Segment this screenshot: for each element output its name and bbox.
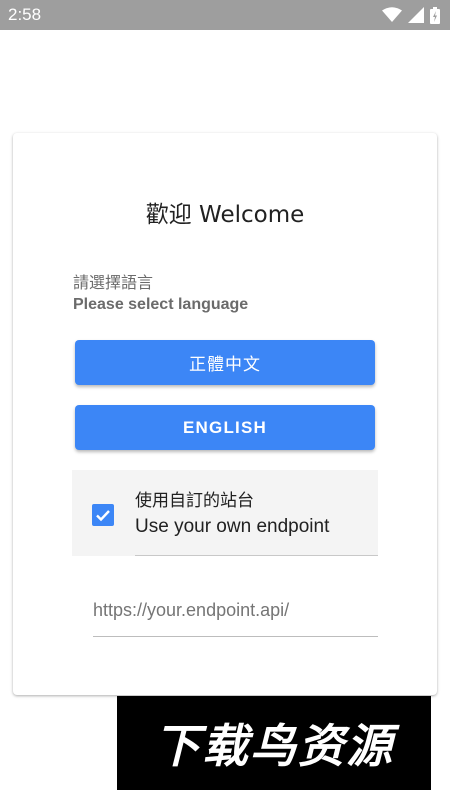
custom-endpoint-label-zh: 使用自訂的站台	[135, 491, 254, 511]
traditional-chinese-button[interactable]: 正體中文	[75, 340, 375, 385]
divider	[135, 555, 378, 556]
language-prompt-en: Please select language	[73, 296, 249, 313]
endpoint-url-input[interactable]	[93, 585, 378, 637]
welcome-card: 歡迎 Welcome 請選擇語言 Please select language …	[13, 133, 437, 695]
page-title: 歡迎 Welcome	[145, 202, 305, 228]
custom-endpoint-label-en: Use your own endpoint	[135, 516, 330, 537]
signal-icon	[408, 7, 424, 23]
watermark: 下载鸟资源	[117, 696, 431, 790]
wifi-icon	[382, 7, 402, 23]
status-bar: 2:58	[0, 0, 450, 30]
status-icons	[382, 6, 440, 24]
check-icon	[96, 510, 110, 522]
custom-endpoint-checkbox[interactable]	[92, 504, 114, 526]
watermark-text: 下载鸟资源	[154, 719, 394, 773]
language-prompt-zh: 請選擇語言	[73, 273, 154, 292]
english-button[interactable]: ENGLISH	[75, 405, 375, 450]
custom-endpoint-toggle[interactable]: 使用自訂的站台 Use your own endpoint	[72, 470, 378, 556]
battery-icon	[430, 6, 440, 24]
status-time: 2:58	[8, 5, 42, 24]
